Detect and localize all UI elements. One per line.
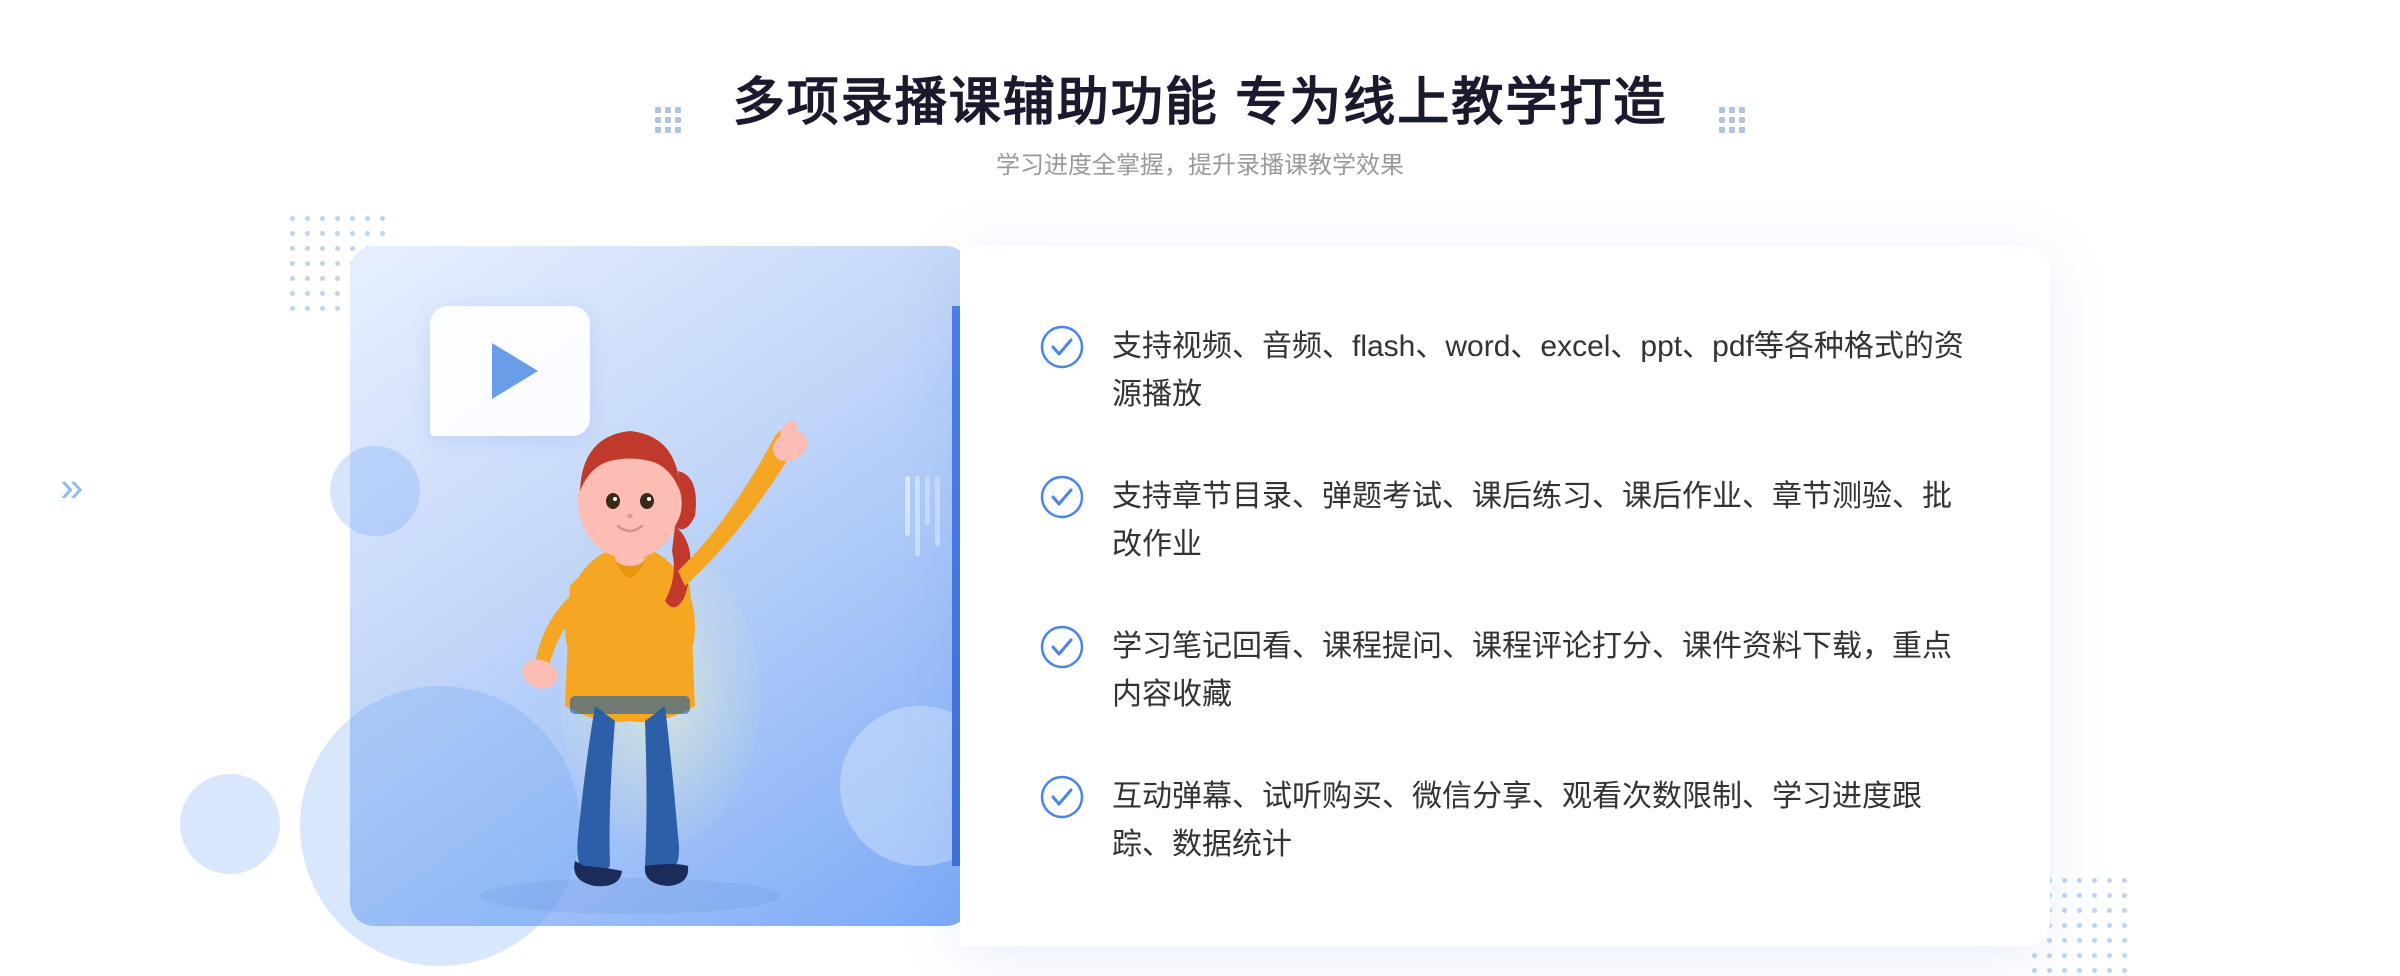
feature-text-3: 学习笔记回看、课程提问、课程评论打分、课件资料下载，重点内容收藏 <box>1112 623 1970 719</box>
page-wrapper: » 多项录播课辅助功能 专为线上教学打造 学习进度全掌握，提升录播课教学效果 <box>0 0 2400 974</box>
deco-circle-bl <box>180 774 280 874</box>
features-panel: 支持视频、音频、flash、word、excel、ppt、pdf等各种格式的资源… <box>960 246 2050 946</box>
check-icon-2 <box>1040 475 1084 519</box>
main-title: 多项录播课辅助功能 专为线上教学打造 <box>733 60 1667 135</box>
feature-item-4: 互动弹幕、试听购买、微信分享、观看次数限制、学习进度跟踪、数据统计 <box>1040 773 1970 869</box>
content-area: 支持视频、音频、flash、word、excel、ppt、pdf等各种格式的资源… <box>350 226 2050 946</box>
deco-circle-small <box>330 446 420 536</box>
feature-text-4: 互动弹幕、试听购买、微信分享、观看次数限制、学习进度跟踪、数据统计 <box>1112 773 1970 869</box>
vertical-lines-decoration <box>905 476 940 556</box>
feature-text-1: 支持视频、音频、flash、word、excel、ppt、pdf等各种格式的资源… <box>1112 323 1970 419</box>
illustration-panel <box>350 246 970 926</box>
check-icon-4 <box>1040 775 1084 819</box>
feature-item-1: 支持视频、音频、flash、word、excel、ppt、pdf等各种格式的资源… <box>1040 323 1970 419</box>
character-illustration <box>430 306 890 926</box>
chevron-left-icon: » <box>60 463 83 511</box>
feature-item-3: 学习笔记回看、课程提问、课程评论打分、课件资料下载，重点内容收藏 <box>1040 623 1970 719</box>
check-icon-1 <box>1040 325 1084 369</box>
title-deco-left <box>653 105 683 135</box>
title-deco-right <box>1717 105 1747 135</box>
feature-item-2: 支持章节目录、弹题考试、课后练习、课后作业、章节测验、批改作业 <box>1040 473 1970 569</box>
title-section: 多项录播课辅助功能 专为线上教学打造 学习进度全掌握，提升录播课教学效果 <box>733 60 1667 180</box>
check-icon-3 <box>1040 625 1084 669</box>
sub-title: 学习进度全掌握，提升录播课教学效果 <box>733 145 1667 180</box>
feature-text-2: 支持章节目录、弹题考试、课后练习、课后作业、章节测验、批改作业 <box>1112 473 1970 569</box>
